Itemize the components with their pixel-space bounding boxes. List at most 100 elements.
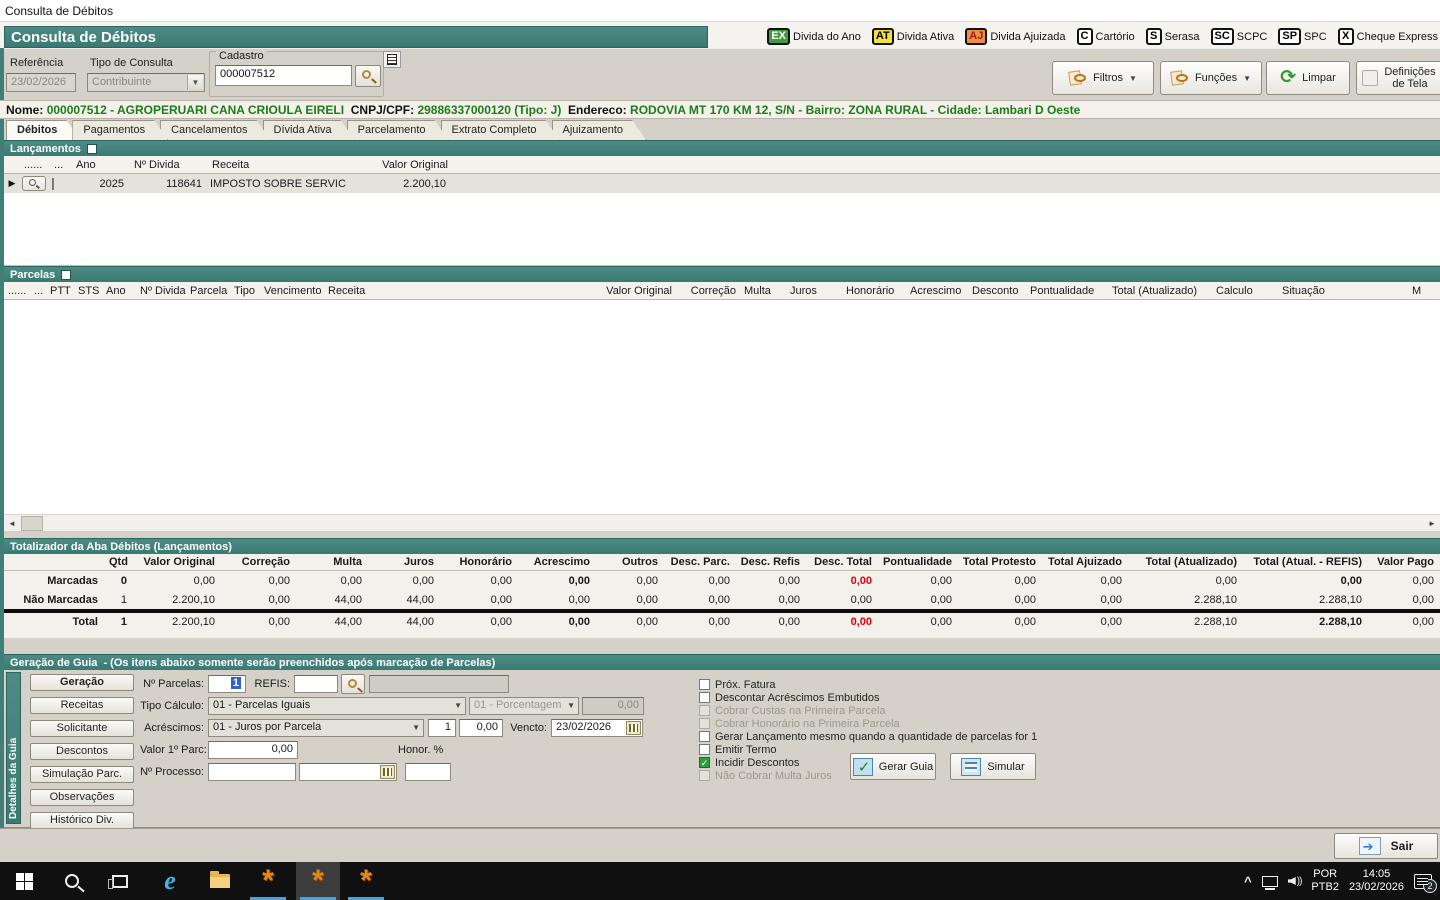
limpar-button[interactable]: ⟳ Limpar: [1266, 61, 1350, 95]
checkbox-box-0[interactable]: [699, 679, 710, 690]
notification-center-button[interactable]: 2: [1414, 874, 1432, 889]
tab-strip: DébitosPagamentosCancelamentosDívida Ati…: [4, 119, 1440, 140]
num-parcelas-input[interactable]: 1: [208, 675, 246, 693]
checkbox-item-4[interactable]: Gerar Lançamento mesmo quando a quantida…: [699, 730, 1179, 743]
scroll-left-arrow[interactable]: ◄: [4, 516, 20, 531]
totalizador-cell-2-8: 0,00: [663, 616, 735, 628]
chevron-down-icon: ▼: [454, 701, 462, 710]
side-button-1[interactable]: Receitas: [30, 697, 134, 714]
internet-explorer-button[interactable]: e: [148, 862, 192, 900]
row-detail-button[interactable]: [22, 176, 46, 191]
parc-col-header-2: PTT: [46, 285, 74, 297]
filtros-button[interactable]: Filtros ▼: [1052, 61, 1154, 95]
row-checkbox[interactable]: [52, 178, 54, 190]
scroll-right-arrow[interactable]: ►: [1424, 516, 1440, 531]
row-selected-marker: ▶: [4, 178, 20, 189]
taskbar-search-button[interactable]: [50, 862, 94, 900]
lanc-data-row[interactable]: ▶2025118641IMPOSTO SOBRE SERVIC2.200,10: [4, 174, 1440, 193]
honor-input[interactable]: [405, 763, 451, 781]
tab-6[interactable]: Ajuizamento: [552, 120, 647, 140]
horizontal-scrollbar[interactable]: ◄ ►: [4, 514, 1440, 531]
valor-parc-input[interactable]: 0,00: [208, 741, 298, 759]
checkbox-item-1[interactable]: Descontar Acréscimos Embutidos: [699, 691, 1179, 704]
lanc-col-header-6: Valor Original: [360, 159, 452, 171]
checkbox-item-6[interactable]: ✓Incidir Descontos: [699, 756, 1179, 769]
tipo-calculo-select[interactable]: 01 - Parcelas Iguais▼: [208, 697, 466, 715]
parc-col-header-14: Honorário: [842, 285, 906, 297]
referencia-field[interactable]: 23/02/2026: [6, 73, 76, 92]
totalizador-col-header-8: Desc. Parc.: [663, 556, 735, 568]
tab-0[interactable]: Débitos: [6, 120, 80, 140]
side-button-0[interactable]: Geração: [30, 674, 134, 691]
checkbox-box-5[interactable]: [699, 744, 710, 755]
checkbox-box-7: [699, 770, 710, 781]
cadastro-list-button[interactable]: [383, 51, 401, 68]
tab-3[interactable]: Dívida Ativa: [263, 120, 355, 140]
parcelas-select-all-checkbox[interactable]: [61, 270, 71, 280]
funcoes-button[interactable]: Funções ▼: [1160, 61, 1262, 95]
task-view-button[interactable]: [98, 862, 142, 900]
language-indicator[interactable]: PORPTB2: [1311, 868, 1339, 894]
checkbox-box-4[interactable]: [699, 731, 710, 742]
definicoes-tela-button[interactable]: Definiçõesde Tela: [1356, 61, 1440, 95]
acrescimos-count-input[interactable]: 1: [428, 719, 456, 737]
checkbox-item-0[interactable]: Próx. Fatura: [699, 678, 1179, 691]
gerar-guia-label: Gerar Guia: [879, 761, 933, 773]
simular-button[interactable]: Simular: [950, 753, 1036, 780]
sair-button[interactable]: Sair: [1334, 833, 1438, 859]
clock[interactable]: 14:0523/02/2026: [1349, 868, 1404, 894]
refis-search-button[interactable]: [341, 674, 365, 694]
tab-2[interactable]: Cancelamentos: [160, 120, 270, 140]
app-window-2-button[interactable]: *: [296, 862, 340, 900]
volume-button[interactable]: )): [1288, 876, 1302, 887]
checkbox-item-3: Cobrar Honorário na Primeira Parcela: [699, 717, 1179, 730]
speaker-icon: [1288, 877, 1296, 885]
processo-data-input[interactable]: [299, 763, 397, 781]
refis-input[interactable]: [294, 675, 338, 693]
lancamentos-select-all-checkbox[interactable]: [87, 144, 97, 154]
tab-1[interactable]: Pagamentos: [72, 120, 168, 140]
checkbox-box-6[interactable]: ✓: [699, 757, 710, 768]
legend-code-icon-6: SP: [1278, 28, 1301, 45]
calendar-icon[interactable]: [380, 765, 395, 779]
scrollbar-thumb[interactable]: [21, 516, 43, 531]
lanc-col-header-1: ......: [20, 159, 50, 171]
totalizador-cell-0-11: 0,00: [877, 575, 957, 587]
app-window-3-button[interactable]: *: [344, 862, 388, 900]
vencto-input[interactable]: 23/02/2026: [551, 719, 643, 737]
side-button-4[interactable]: Simulação Parc.: [30, 766, 134, 783]
cadastro-search-button[interactable]: [355, 65, 381, 87]
side-button-2[interactable]: Solicitante: [30, 720, 134, 737]
side-button-3[interactable]: Descontos: [30, 743, 134, 760]
side-button-6[interactable]: Histórico Div.: [30, 812, 134, 829]
gerar-guia-button[interactable]: Gerar Guia: [850, 753, 936, 780]
acrescimos-valor-input[interactable]: 0,00: [459, 719, 503, 737]
start-button[interactable]: [2, 862, 46, 900]
tipo-consulta-select[interactable]: Contribuinte ▼: [87, 73, 205, 92]
lanc-col-header-4: Nº Divida: [130, 159, 208, 171]
checkbox-box-1[interactable]: [699, 692, 710, 703]
app-window-1-button[interactable]: *: [246, 862, 290, 900]
totalizador-cell-1-5: 0,00: [439, 594, 517, 606]
lancamentos-section-header: Lançamentos: [4, 140, 1440, 156]
file-explorer-button[interactable]: [198, 862, 242, 900]
checkbox-item-5[interactable]: Emitir Termo: [699, 743, 1179, 756]
totalizador-cell-1-2: 0,00: [220, 594, 295, 606]
processo-input[interactable]: [208, 763, 296, 781]
tray-expand-icon[interactable]: ^: [1244, 874, 1252, 889]
system-tray: ^ )) PORPTB2 14:0523/02/2026 2: [1244, 862, 1440, 900]
acrescimos-select[interactable]: 01 - Juros por Parcela▼: [208, 719, 424, 737]
calendar-icon[interactable]: [626, 721, 641, 735]
cadastro-input[interactable]: 000007512: [215, 65, 352, 86]
network-icon[interactable]: [1262, 876, 1278, 887]
lanc-cell-1: 118641: [128, 178, 206, 190]
totalizador-cell-0-0: 0: [104, 575, 132, 587]
tab-5[interactable]: Extrato Completo: [441, 120, 560, 140]
tab-4[interactable]: Parcelamento: [347, 120, 449, 140]
side-button-5[interactable]: Observações: [30, 789, 134, 806]
search-icon: [348, 679, 357, 688]
totalizador-row-0: Marcadas00,000,000,000,000,000,000,000,0…: [4, 571, 1440, 590]
lancamentos-table: .........AnoNº DividaReceitaValor Origin…: [4, 156, 1440, 266]
totalizador-cell-0-8: 0,00: [663, 575, 735, 587]
checkbox-label-0: Próx. Fatura: [715, 679, 776, 691]
